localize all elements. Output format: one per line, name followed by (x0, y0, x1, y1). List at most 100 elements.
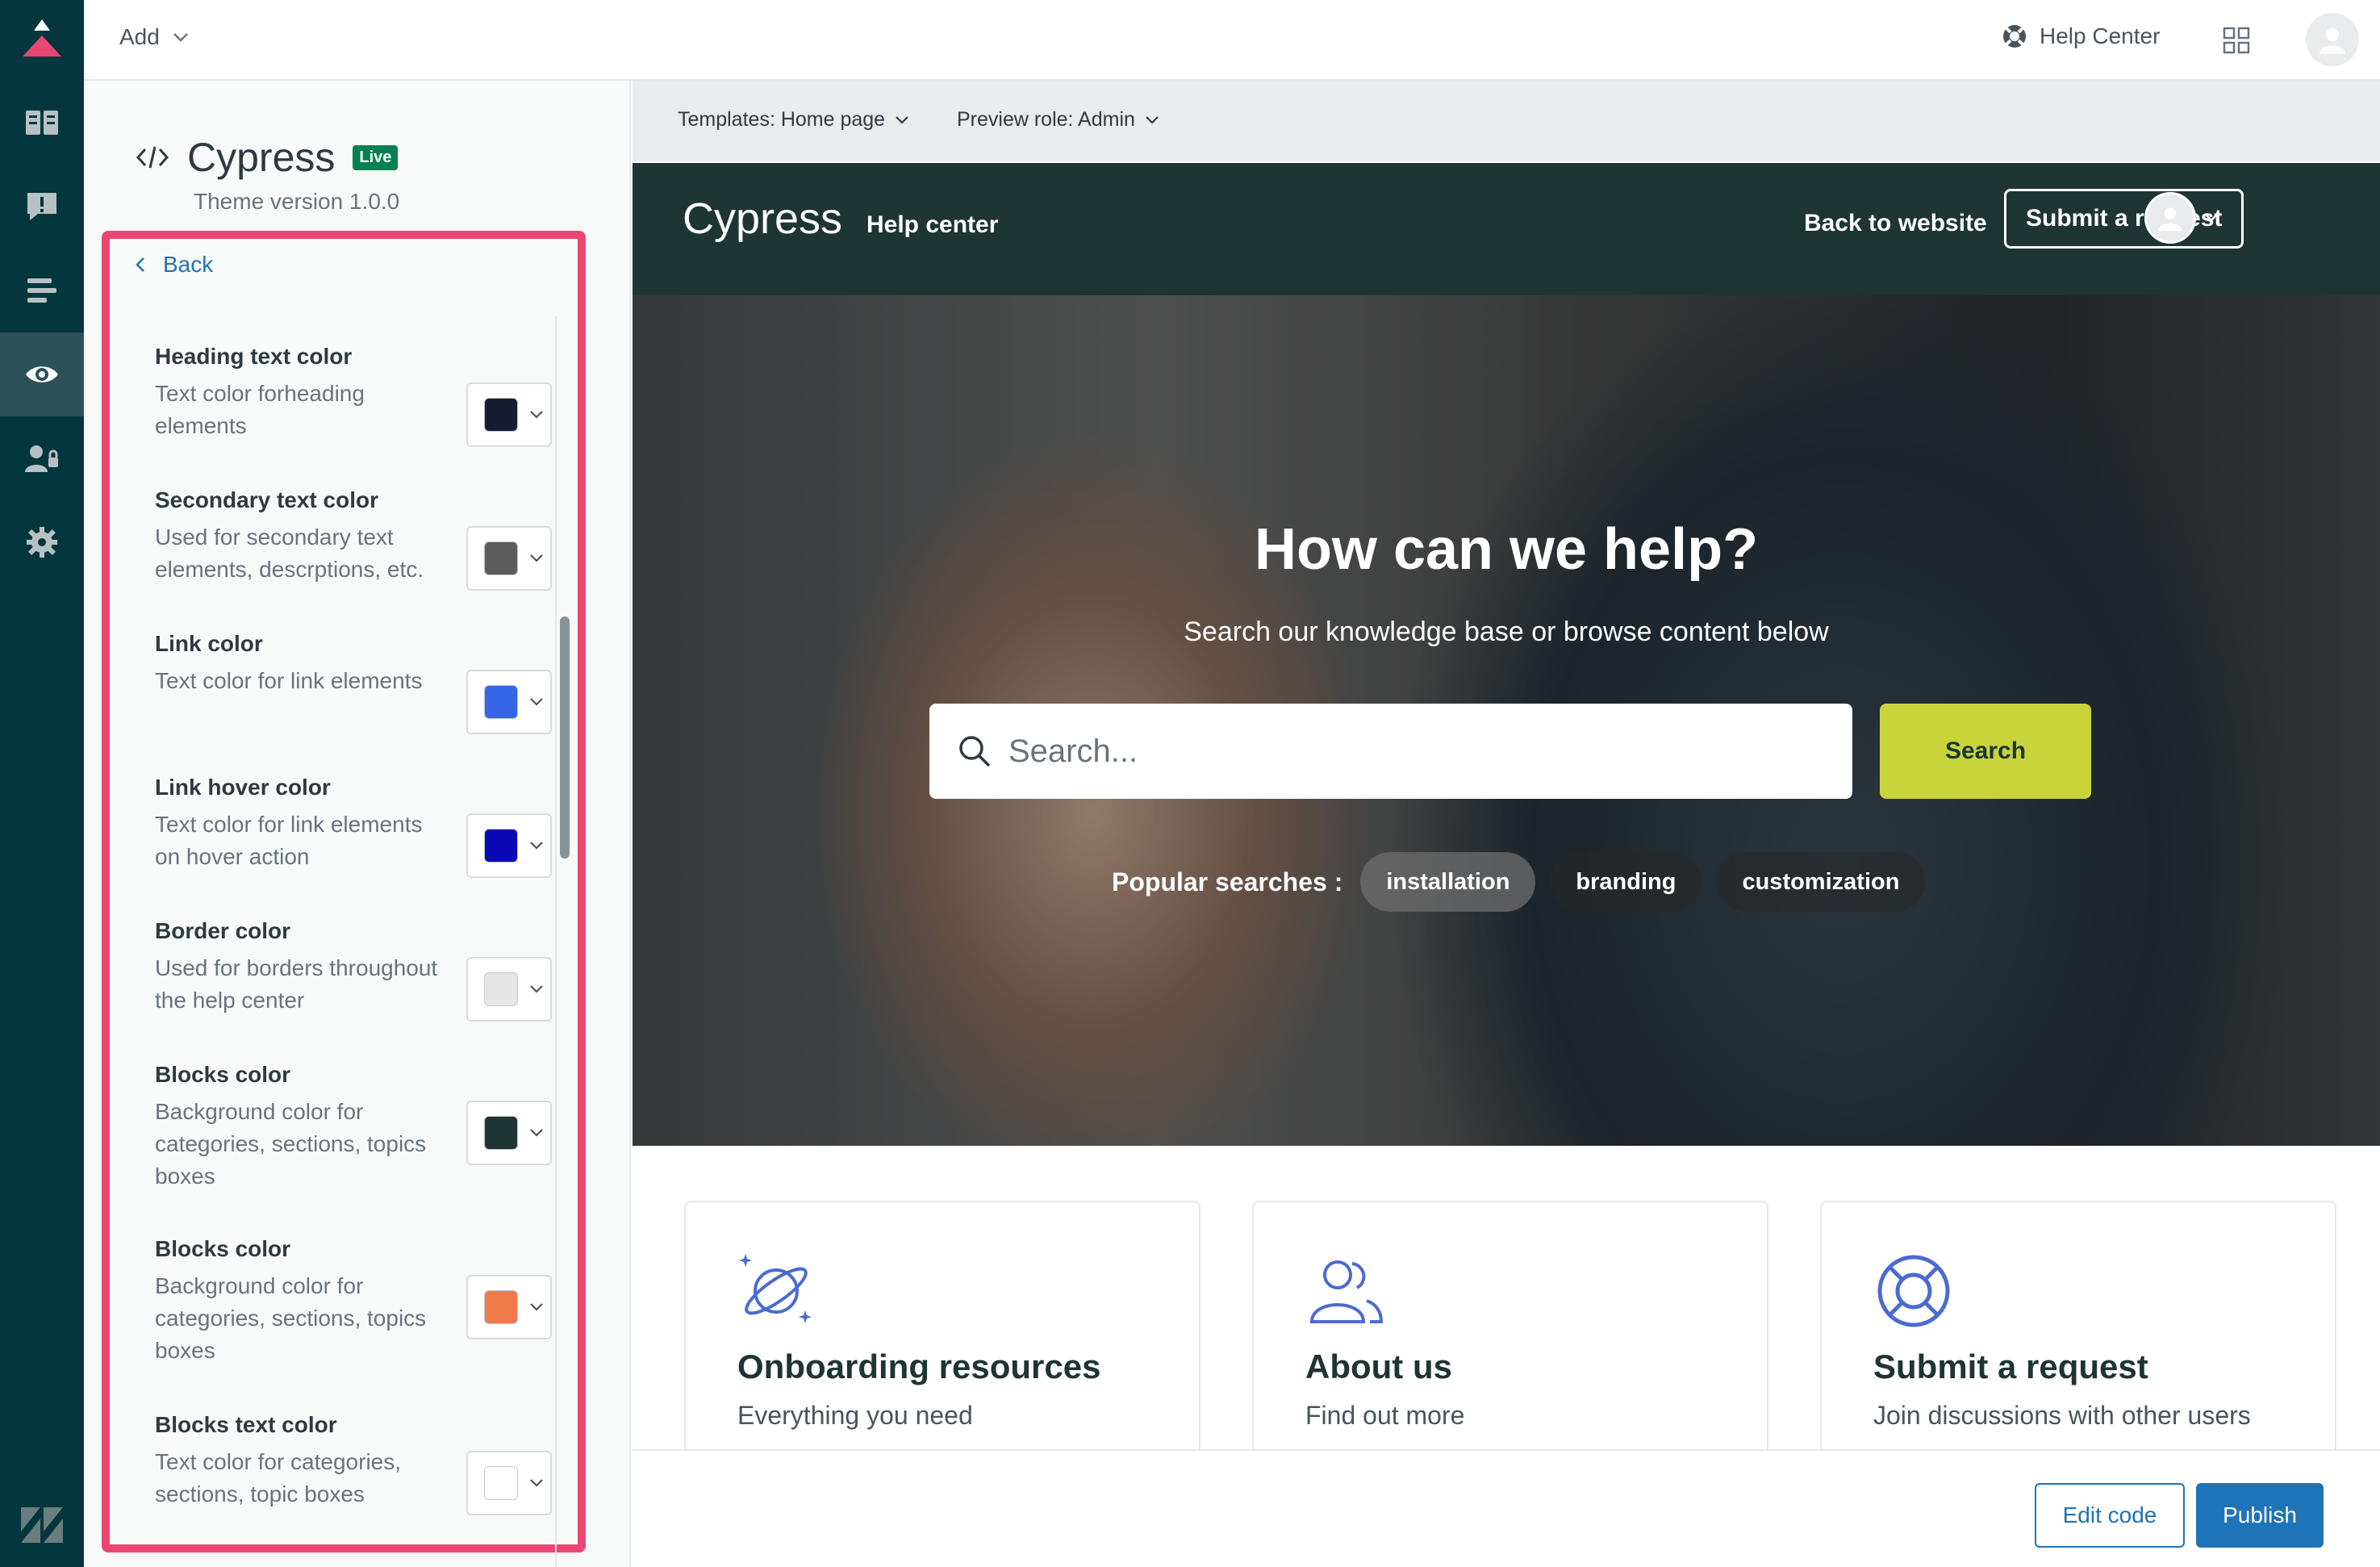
search-placeholder: Search... (1008, 733, 1138, 769)
color-swatch (484, 398, 518, 432)
color-swatch (484, 541, 518, 575)
user-icon (2158, 207, 2182, 232)
search-input[interactable]: Search... (929, 704, 1852, 799)
chevron-down-icon (530, 1303, 543, 1311)
setting-description: Text color for link elements (155, 668, 423, 693)
card-title: About us (1305, 1348, 1452, 1385)
setting-title: Heading text color (155, 344, 353, 369)
theme-preview: Templates: Home page Preview role: Admin… (633, 81, 2380, 1567)
card-subtitle: Join discussions with other users (1873, 1401, 2251, 1430)
site-user-menu[interactable] (2144, 192, 2219, 244)
lifebuoy-icon (2003, 25, 2026, 48)
chevron-down-icon (1146, 115, 1159, 124)
add-menu[interactable]: Add (119, 24, 189, 50)
preview-role-label: Preview role: Admin (957, 108, 1135, 131)
gear-icon[interactable] (0, 500, 84, 584)
site-brand[interactable]: Cypress (683, 194, 842, 244)
avatar (2144, 192, 2196, 244)
lifebuoy-icon (1877, 1255, 1950, 1327)
preview-role-select[interactable]: Preview role: Admin (957, 108, 1159, 132)
color-swatch (484, 1466, 518, 1500)
popular-searches: Popular searches : installation branding… (1112, 852, 1926, 912)
setting-description: Background color for categories, section… (155, 1273, 427, 1363)
color-swatch (484, 829, 518, 863)
knowledge-icon[interactable] (0, 81, 84, 165)
setting-description: Background color for categories, section… (155, 1099, 427, 1189)
scroll-track (555, 316, 557, 1567)
action-footer: Edit code Publish (633, 1449, 2380, 1567)
color-swatch (484, 1116, 518, 1150)
hero-banner: How can we help? Search our knowledge ba… (633, 295, 2380, 1146)
scrollbar-thumb[interactable] (560, 616, 570, 859)
publish-button[interactable]: Publish (2196, 1483, 2324, 1548)
chevron-down-icon (530, 698, 543, 706)
template-select[interactable]: Templates: Home page (678, 108, 909, 132)
setting-title: Secondary text color (155, 487, 378, 512)
theme-name: Cypress (187, 135, 336, 180)
layout-icon[interactable] (0, 249, 84, 332)
chevron-down-icon (173, 33, 188, 42)
user-avatar[interactable] (2306, 13, 2359, 66)
eye-icon[interactable] (0, 332, 84, 416)
chevron-left-icon (136, 257, 144, 272)
popular-chip[interactable]: branding (1550, 852, 1702, 912)
product-nav-rail (0, 0, 84, 1567)
color-picker-button[interactable] (466, 526, 552, 591)
search-button[interactable]: Search (1880, 704, 2091, 799)
apps-grid-icon[interactable] (2222, 26, 2251, 55)
back-to-website-link[interactable]: Back to website (1804, 210, 1987, 237)
hero-tagline: Search our knowledge base or browse cont… (1184, 616, 1829, 647)
popular-chip[interactable]: customization (1716, 852, 1926, 912)
user-icon (2319, 28, 2345, 54)
help-center-link[interactable]: Help Center (2001, 23, 2160, 50)
alert-icon[interactable] (0, 165, 84, 249)
user-lock-icon[interactable] (0, 416, 84, 500)
card-subtitle: Everything you need (737, 1401, 973, 1430)
popular-searches-label: Popular searches : (1112, 867, 1343, 896)
setting-description: Used for borders throughout the help cen… (155, 955, 438, 1013)
preview-toolbar: Templates: Home page Preview role: Admin (633, 81, 2380, 161)
card-subtitle: Find out more (1305, 1401, 1465, 1430)
color-picker-button[interactable] (466, 1275, 552, 1339)
theme-version: Theme version 1.0.0 (194, 189, 400, 214)
users-icon (1309, 1260, 1384, 1323)
color-picker-button[interactable] (466, 382, 552, 447)
edit-code-button[interactable]: Edit code (2035, 1483, 2185, 1548)
card-title: Submit a request (1873, 1348, 2148, 1385)
setting-title: Blocks color (155, 1062, 291, 1087)
setting-description: Text color for categories, sections, top… (155, 1449, 402, 1506)
chevron-down-icon (530, 411, 543, 419)
hero-title: How can we help? (1254, 517, 1759, 582)
top-bar: Add Help Center (84, 0, 2380, 81)
zendesk-logo-icon[interactable] (16, 1499, 68, 1551)
setting-description: Used for secondary text elements, descrp… (155, 524, 424, 582)
theme-header: Cypress Live (136, 134, 399, 181)
back-link[interactable]: Back (136, 252, 213, 278)
site-header: Cypress Help center Back to website Subm… (633, 163, 2380, 295)
chevron-down-icon (530, 985, 543, 993)
site-subtitle: Help center (866, 211, 999, 238)
back-label: Back (163, 252, 214, 277)
code-icon (136, 146, 169, 169)
color-picker-button[interactable] (466, 1101, 552, 1165)
zendesk-up-icon[interactable] (15, 15, 69, 69)
chevron-down-icon (530, 1129, 543, 1137)
template-select-label: Templates: Home page (678, 108, 886, 131)
color-picker-button[interactable] (466, 670, 552, 734)
search-icon (959, 736, 991, 767)
popular-chip[interactable]: installation (1360, 852, 1536, 912)
chevron-down-icon (896, 115, 908, 124)
color-swatch (484, 1290, 518, 1324)
setting-title: Link hover color (155, 775, 331, 800)
chevron-down-icon (530, 1479, 543, 1487)
color-swatch (484, 685, 518, 719)
color-picker-button[interactable] (466, 813, 552, 878)
live-badge: Live (353, 144, 399, 170)
setting-title: Blocks color (155, 1236, 291, 1261)
color-picker-button[interactable] (466, 957, 552, 1022)
chevron-down-icon (530, 842, 543, 850)
setting-description: Text color forheading elements (155, 381, 365, 438)
chevron-down-icon (2205, 214, 2218, 222)
color-picker-button[interactable] (466, 1451, 552, 1515)
card-title: Onboarding resources (737, 1348, 1101, 1385)
